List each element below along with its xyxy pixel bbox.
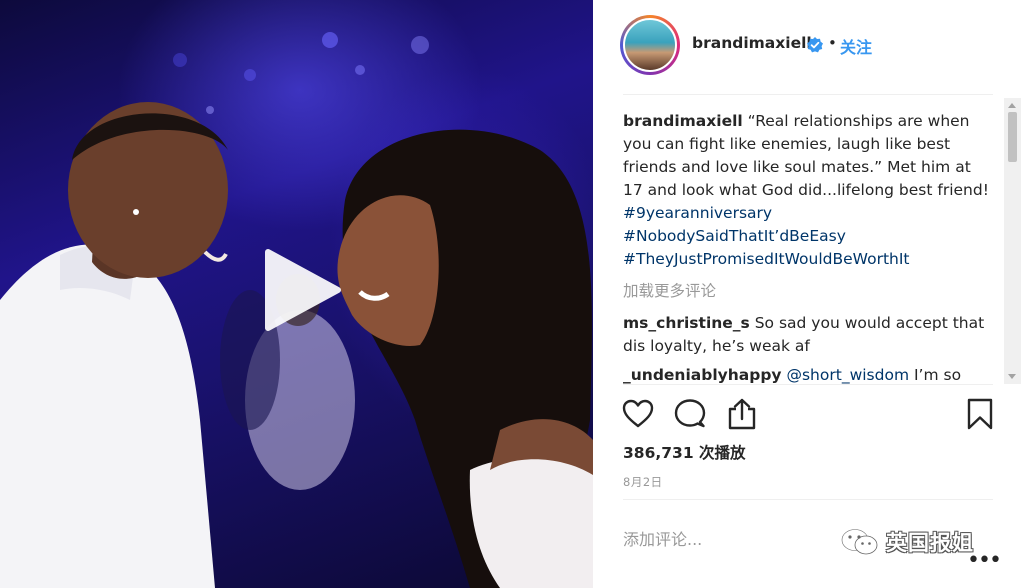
add-comment-input[interactable]: 添加评论... (623, 526, 702, 550)
hashtag-link[interactable]: #NobodySaidThatIt’dBeEasy (623, 227, 846, 245)
comment-text: I’m so (913, 366, 962, 384)
scroll-down-arrow-icon[interactable] (1008, 374, 1016, 379)
comments-list[interactable]: brandimaxiell “Real relationships are wh… (623, 110, 993, 384)
bookmark-icon[interactable] (963, 397, 997, 431)
comment-mention-link[interactable]: @short_wisdom (786, 366, 909, 384)
play-icon (265, 249, 341, 331)
hashtag-link[interactable]: #9yearanniversary (623, 204, 772, 222)
header-divider (623, 94, 993, 95)
watermark: 英国报姐 (840, 526, 974, 558)
avatar-image (623, 18, 677, 72)
view-count-number: 386,731 (623, 444, 694, 462)
comment-divider (623, 499, 993, 500)
comments-scrollbar[interactable] (1004, 98, 1021, 384)
more-options-button[interactable]: ••• (967, 548, 1002, 573)
action-bar (593, 392, 1022, 436)
follow-button[interactable]: 关注 (840, 34, 872, 58)
avatar[interactable] (620, 15, 680, 75)
heart-icon[interactable] (621, 397, 655, 431)
share-icon[interactable] (725, 397, 759, 431)
comment-username[interactable]: ms_christine_s (623, 314, 750, 332)
watermark-text: 英国报姐 (886, 531, 974, 555)
post-panel: brandimaxiell • 关注 brandimaxiell “Real r… (593, 0, 1022, 588)
verified-badge-icon (807, 37, 823, 53)
caption-username[interactable]: brandimaxiell (623, 112, 743, 130)
view-count-label: 次播放 (699, 444, 746, 462)
scroll-up-arrow-icon[interactable] (1008, 103, 1016, 108)
comment-item: ms_christine_s So sad you would accept t… (623, 312, 993, 358)
play-button[interactable] (258, 248, 342, 332)
wechat-logo-icon (840, 528, 878, 555)
header-username[interactable]: brandimaxiell (692, 34, 812, 52)
hashtag-link[interactable]: #TheyJustPromisedItWouldBeWorthIt (623, 250, 910, 268)
view-count[interactable]: 386,731 次播放 (623, 441, 746, 463)
comment-icon[interactable] (673, 397, 707, 431)
comment-username[interactable]: _undeniablyhappy (623, 366, 782, 384)
load-more-comments-button[interactable]: 加载更多评论 (623, 280, 993, 303)
comment-item: _undeniablyhappy @short_wisdom I’m so (623, 364, 993, 384)
post-header: brandimaxiell • 关注 (593, 0, 1022, 94)
caption: brandimaxiell “Real relationships are wh… (623, 110, 993, 271)
header-separator: • (828, 34, 837, 52)
post-date[interactable]: 8月2日 (623, 474, 663, 490)
scrollbar-thumb[interactable] (1008, 112, 1017, 162)
video-player[interactable] (0, 0, 593, 588)
actions-divider (623, 384, 993, 385)
